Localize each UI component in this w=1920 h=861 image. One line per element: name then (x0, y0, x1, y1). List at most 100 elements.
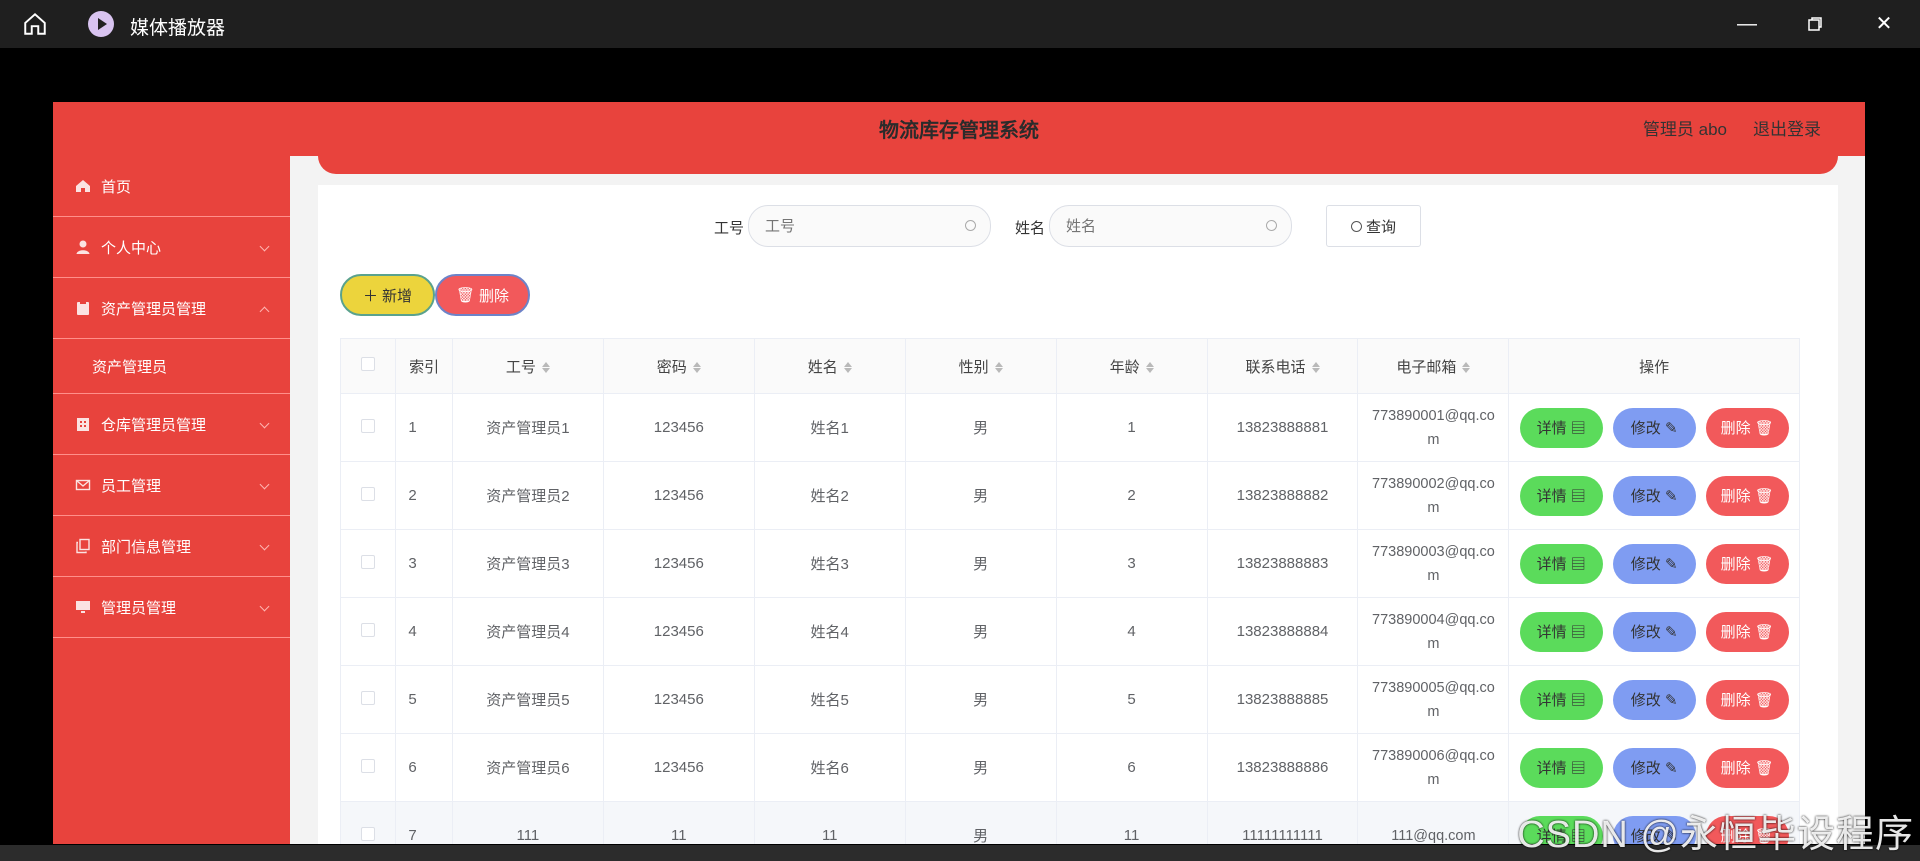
delete-button[interactable]: 删除 🗑 (1705, 407, 1789, 448)
sort-icon[interactable] (1145, 361, 1154, 374)
row-select-cell[interactable] (339, 733, 397, 802)
row-select-cell[interactable] (339, 393, 397, 462)
detail-button[interactable]: 详情 ▤ (1519, 475, 1603, 516)
detail-button[interactable]: 详情 ▤ (1519, 543, 1603, 584)
sort-icon[interactable] (1462, 361, 1471, 374)
name-cell: 姓名5 (753, 665, 906, 734)
edit-button[interactable]: 修改 ✎ (1612, 679, 1696, 720)
search-icon (1266, 220, 1277, 231)
detail-button-label: 详情 (1536, 760, 1567, 777)
edit-button[interactable]: 修改 ✎ (1612, 611, 1696, 652)
delete-button[interactable]: 删除 🗑 (1705, 747, 1789, 788)
emp-no-input[interactable] (748, 205, 991, 247)
row-checkbox[interactable] (361, 622, 376, 637)
actions-cell: 详情 ▤ 修改 ✎ 删除 🗑 (1508, 597, 1800, 666)
name-input[interactable] (1049, 205, 1292, 247)
delete-button[interactable]: 删除 🗑 (1705, 475, 1789, 516)
column-header-label: 性别 (958, 358, 989, 376)
table-row: 2 资产管理员2 123456 姓名2 男 2 13823888882 773890002@q… (339, 461, 1800, 530)
sidebar-item-employee-mgmt[interactable]: 员工管理 (53, 455, 290, 516)
sidebar-item-home[interactable]: 首页 (53, 156, 290, 217)
sort-icon[interactable] (843, 361, 852, 374)
monitor-icon (76, 601, 90, 613)
media-player-icon (88, 11, 114, 37)
add-button-label: 新增 (382, 287, 413, 305)
close-button[interactable]: ✕ (1870, 10, 1898, 38)
select-all-checkbox[interactable] (361, 357, 376, 371)
edit-button[interactable]: 修改 ✎ (1612, 475, 1696, 516)
table-row: 1 资产管理员1 123456 姓名1 男 1 13823888881 773890001@q… (339, 393, 1800, 462)
sort-icon[interactable] (1311, 361, 1320, 374)
column-header[interactable]: 电子邮箱 (1357, 338, 1510, 394)
detail-button[interactable]: 详情 ▤ (1519, 679, 1603, 720)
edit-button[interactable]: 修改 ✎ (1612, 543, 1696, 584)
row-select-cell[interactable] (339, 529, 397, 598)
column-header: 操作 (1508, 338, 1800, 394)
gender-cell: 男 (904, 597, 1057, 666)
detail-button-label: 详情 (1536, 692, 1567, 709)
batch-delete-button[interactable]: 🗑 删除 (435, 274, 530, 316)
index-cell: 3 (395, 529, 453, 598)
gender-cell: 男 (904, 733, 1057, 802)
column-header[interactable]: 姓名 (753, 338, 906, 394)
sidebar-item-asset-admin-mgmt[interactable]: 资产管理员管理 (53, 278, 290, 339)
sort-icon[interactable] (692, 361, 701, 374)
column-header[interactable]: 工号 (451, 338, 604, 394)
minimize-button[interactable]: — (1733, 10, 1761, 38)
row-select-cell[interactable] (339, 461, 397, 530)
detail-button[interactable]: 详情 ▤ (1519, 407, 1603, 448)
sidebar-item-label: 部门信息管理 (101, 538, 192, 556)
row-checkbox[interactable] (361, 486, 376, 501)
column-header[interactable]: 性别 (904, 338, 1057, 394)
sidebar-item-label: 仓库管理员管理 (101, 416, 207, 434)
sort-icon[interactable] (994, 361, 1003, 374)
copy-icon (76, 538, 90, 554)
select-all-cell[interactable] (339, 338, 397, 394)
row-checkbox[interactable] (361, 826, 376, 841)
row-checkbox[interactable] (361, 418, 376, 433)
query-button[interactable]: 查询 (1326, 205, 1421, 247)
name-cell: 11 (753, 801, 906, 844)
index-cell: 5 (395, 665, 453, 734)
delete-button[interactable]: 删除 🗑 (1705, 611, 1789, 652)
phone-cell: 13823888882 (1206, 461, 1359, 530)
trash-icon: 🗑 (1754, 420, 1774, 437)
password-cell: 123456 (602, 665, 755, 734)
trash-icon: 🗑 (1754, 692, 1774, 709)
delete-button[interactable]: 删除 🗑 (1705, 543, 1789, 584)
user-icon (76, 240, 90, 254)
sidebar-item-department-mgmt[interactable]: 部门信息管理 (53, 516, 290, 577)
edit-button-label: 修改 (1630, 420, 1661, 437)
column-header[interactable]: 年龄 (1055, 338, 1208, 394)
emp-no-label: 工号 (714, 220, 745, 237)
logout-link[interactable]: 退出登录 (1753, 115, 1821, 140)
row-select-cell[interactable] (339, 801, 397, 844)
sort-icon[interactable] (541, 361, 550, 374)
gender-cell: 男 (904, 393, 1057, 462)
delete-button[interactable]: 删除 🗑 (1705, 679, 1789, 720)
detail-button[interactable]: 详情 ▤ (1519, 611, 1603, 652)
edit-button[interactable]: 修改 ✎ (1612, 747, 1696, 788)
sidebar-item-profile[interactable]: 个人中心 (53, 217, 290, 278)
add-button[interactable]: ＋ 新增 (340, 274, 435, 316)
sidebar-item-warehouse-admin-mgmt[interactable]: 仓库管理员管理 (53, 394, 290, 455)
row-select-cell[interactable] (339, 597, 397, 666)
column-header: 索引 (395, 338, 453, 394)
column-header[interactable]: 密码 (602, 338, 755, 394)
column-header[interactable]: 联系电话 (1206, 338, 1359, 394)
row-select-cell[interactable] (339, 665, 397, 734)
row-checkbox[interactable] (361, 690, 376, 705)
row-checkbox[interactable] (361, 554, 376, 569)
restore-button[interactable] (1801, 10, 1829, 38)
row-checkbox[interactable] (361, 758, 376, 773)
edit-button[interactable]: 修改 ✎ (1612, 407, 1696, 448)
detail-button[interactable]: 详情 ▤ (1519, 747, 1603, 788)
name-cell: 姓名3 (753, 529, 906, 598)
document-icon: ▤ (1570, 488, 1586, 505)
home-icon[interactable] (22, 11, 48, 37)
gender-cell: 男 (904, 461, 1057, 530)
edit-button-label: 修改 (1630, 760, 1661, 777)
sidebar-subitem-asset-admin[interactable]: 资产管理员 (53, 339, 290, 394)
emp-no-cell: 111 (451, 801, 604, 844)
sidebar-item-admin-mgmt[interactable]: 管理员管理 (53, 577, 290, 638)
